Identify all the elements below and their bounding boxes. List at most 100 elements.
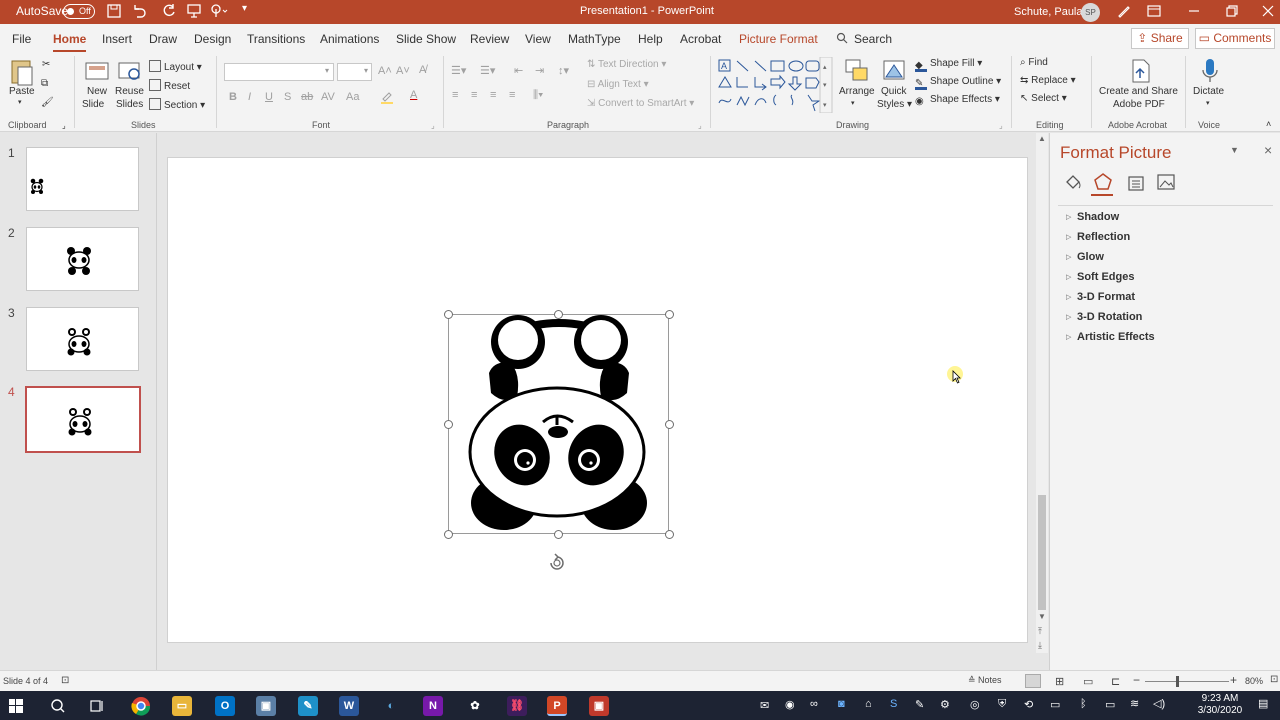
resize-handle-top[interactable] xyxy=(554,310,563,319)
paste-icon[interactable] xyxy=(8,57,36,86)
tray-sync-icon[interactable]: ⟲ xyxy=(1024,698,1033,711)
word-icon[interactable]: W xyxy=(339,696,359,716)
bold-icon[interactable]: B xyxy=(229,91,237,103)
slide-thumbnail-1[interactable] xyxy=(26,147,139,211)
line-spacing-icon[interactable]: ↕▾ xyxy=(558,64,569,77)
bullets-icon[interactable]: ☰▾ xyxy=(451,64,466,77)
expand-3d-format-icon[interactable]: ▷ xyxy=(1066,293,1071,301)
tab-help[interactable]: Help xyxy=(638,32,663,46)
zoom-in-icon[interactable]: + xyxy=(1230,673,1237,687)
slide-sorter-icon[interactable]: ⊞ xyxy=(1055,675,1064,688)
font-launcher-icon[interactable]: ⌟ xyxy=(431,121,435,130)
paste-button[interactable]: Paste xyxy=(9,86,35,97)
strikethrough-icon[interactable]: ab xyxy=(301,91,313,103)
task-view-icon[interactable] xyxy=(89,698,105,714)
tray-settings-icon[interactable]: ⚙ xyxy=(940,698,950,711)
tab-acrobat[interactable]: Acrobat xyxy=(680,32,721,46)
undo-icon[interactable] xyxy=(131,3,147,22)
tab-insert[interactable]: Insert xyxy=(102,32,132,46)
rotate-handle-icon[interactable] xyxy=(546,552,568,574)
clear-formatting-icon[interactable]: A̸ xyxy=(419,64,426,76)
tray-edit-icon[interactable]: ✎ xyxy=(915,698,924,711)
layout-button[interactable]: Layout ▾ xyxy=(149,60,202,73)
previous-slide-icon[interactable]: ⤒ xyxy=(1038,626,1042,637)
create-pdf-label-1[interactable]: Create and Share xyxy=(1099,86,1178,97)
notes-button[interactable]: ≙ Notes xyxy=(968,675,1002,686)
zoom-slider[interactable] xyxy=(1145,681,1229,682)
tray-teams-icon[interactable]: ⌂ xyxy=(865,698,872,710)
system-clock[interactable]: 9:23 AM 3/30/2020 xyxy=(1190,693,1250,717)
quick-styles-icon[interactable] xyxy=(880,57,908,85)
justify-icon[interactable]: ≡ xyxy=(509,89,515,101)
font-name-input[interactable]: ▾ xyxy=(224,63,334,81)
tab-mathtype[interactable]: MathType xyxy=(568,32,621,46)
tab-animations[interactable]: Animations xyxy=(320,32,379,46)
create-pdf-label-2[interactable]: Adobe PDF xyxy=(1113,99,1165,110)
reading-view-icon[interactable]: ▭ xyxy=(1083,675,1093,688)
wifi-icon[interactable]: ≋ xyxy=(1130,697,1139,710)
onenote-icon[interactable]: N xyxy=(423,696,443,716)
chrome-icon[interactable] xyxy=(131,696,151,716)
convert-smartart-button[interactable]: ⇲ Convert to SmartArt ▾ xyxy=(587,98,694,109)
resize-handle-bottom[interactable] xyxy=(554,530,563,539)
resize-handle-top-right[interactable] xyxy=(665,310,674,319)
format-painter-icon[interactable]: 🖌 xyxy=(41,97,54,108)
reuse-slides-label-2[interactable]: Slides xyxy=(116,99,143,110)
columns-icon[interactable]: ⫼▾ xyxy=(533,89,543,102)
character-spacing-icon[interactable]: AV xyxy=(321,91,335,103)
dictate-dropdown-icon[interactable]: ▾ xyxy=(1206,99,1210,107)
avatar[interactable]: SP xyxy=(1081,3,1100,22)
drawing-launcher-icon[interactable]: ⌟ xyxy=(999,121,1003,130)
user-name[interactable]: Schute, Paula xyxy=(1014,6,1083,18)
search-box[interactable]: Search xyxy=(854,32,892,46)
remote-desktop-icon[interactable]: ▣ xyxy=(256,696,276,716)
increase-indent-icon[interactable]: ⇥ xyxy=(535,64,544,77)
fill-line-tab-icon[interactable] xyxy=(1063,173,1083,191)
expand-3d-rotation-icon[interactable]: ▷ xyxy=(1066,313,1071,321)
section-button[interactable]: Section ▾ xyxy=(149,98,205,111)
align-center-icon[interactable]: ≡ xyxy=(471,89,477,101)
increase-font-icon[interactable]: A˄ xyxy=(378,65,392,77)
accessibility-icon[interactable]: ⊡ xyxy=(61,675,69,686)
expand-shadow-icon[interactable]: ▷ xyxy=(1066,213,1071,221)
text-shadow-icon[interactable]: S xyxy=(284,91,291,103)
restore-icon[interactable] xyxy=(1224,3,1240,22)
tray-mail-icon[interactable]: ✉ xyxy=(760,699,769,712)
create-pdf-icon[interactable] xyxy=(1126,57,1154,85)
resize-handle-left[interactable] xyxy=(444,420,453,429)
tab-draw[interactable]: Draw xyxy=(149,32,177,46)
text-direction-button[interactable]: ⇅ Text Direction ▾ xyxy=(587,59,666,70)
ribbon-display-icon[interactable] xyxy=(1146,3,1162,22)
save-icon[interactable] xyxy=(106,3,122,22)
shape-outline-button[interactable]: ✎ Shape Outline ▾ xyxy=(915,76,1001,90)
zoom-slider-thumb[interactable] xyxy=(1176,676,1179,687)
artistic-effects-section[interactable]: Artistic Effects xyxy=(1077,331,1155,343)
shape-fill-button[interactable]: ◆ Shape Fill ▾ xyxy=(915,58,982,72)
clipboard-launcher-icon[interactable]: ⌟ xyxy=(62,121,66,130)
tab-slide-show[interactable]: Slide Show xyxy=(396,32,456,46)
outlook-icon[interactable]: O xyxy=(215,696,235,716)
teams-icon[interactable]: ⛓ xyxy=(507,696,527,716)
cut-icon[interactable]: ✂ xyxy=(42,59,50,70)
tab-review[interactable]: Review xyxy=(470,32,509,46)
picture-tab-icon[interactable] xyxy=(1156,173,1176,191)
replace-button[interactable]: ⇆ Replace ▾ xyxy=(1020,75,1076,86)
decrease-font-icon[interactable]: A˅ xyxy=(396,65,410,77)
next-slide-icon[interactable]: ⤓ xyxy=(1038,640,1042,651)
collapse-ribbon-icon[interactable]: ˄ xyxy=(1266,119,1271,129)
expand-reflection-icon[interactable]: ▷ xyxy=(1066,233,1071,241)
tab-view[interactable]: View xyxy=(525,32,551,46)
tab-design[interactable]: Design xyxy=(194,32,231,46)
highlight-icon[interactable] xyxy=(380,90,394,107)
paste-dropdown-icon[interactable]: ▾ xyxy=(18,98,22,106)
minimize-icon[interactable] xyxy=(1186,3,1202,22)
quick-styles-label-2[interactable]: Styles ▾ xyxy=(877,99,912,110)
dictate-button[interactable]: Dictate xyxy=(1193,86,1224,97)
arrange-dropdown-icon[interactable]: ▾ xyxy=(851,99,855,107)
find-button[interactable]: ⌕ Find xyxy=(1020,57,1048,68)
slide-show-icon[interactable]: ⊏ xyxy=(1111,675,1120,688)
battery-icon[interactable]: ▭ xyxy=(1105,698,1115,711)
normal-view-icon[interactable] xyxy=(1025,674,1041,688)
tab-file[interactable]: File xyxy=(12,32,31,46)
align-left-icon[interactable]: ≡ xyxy=(452,89,458,101)
